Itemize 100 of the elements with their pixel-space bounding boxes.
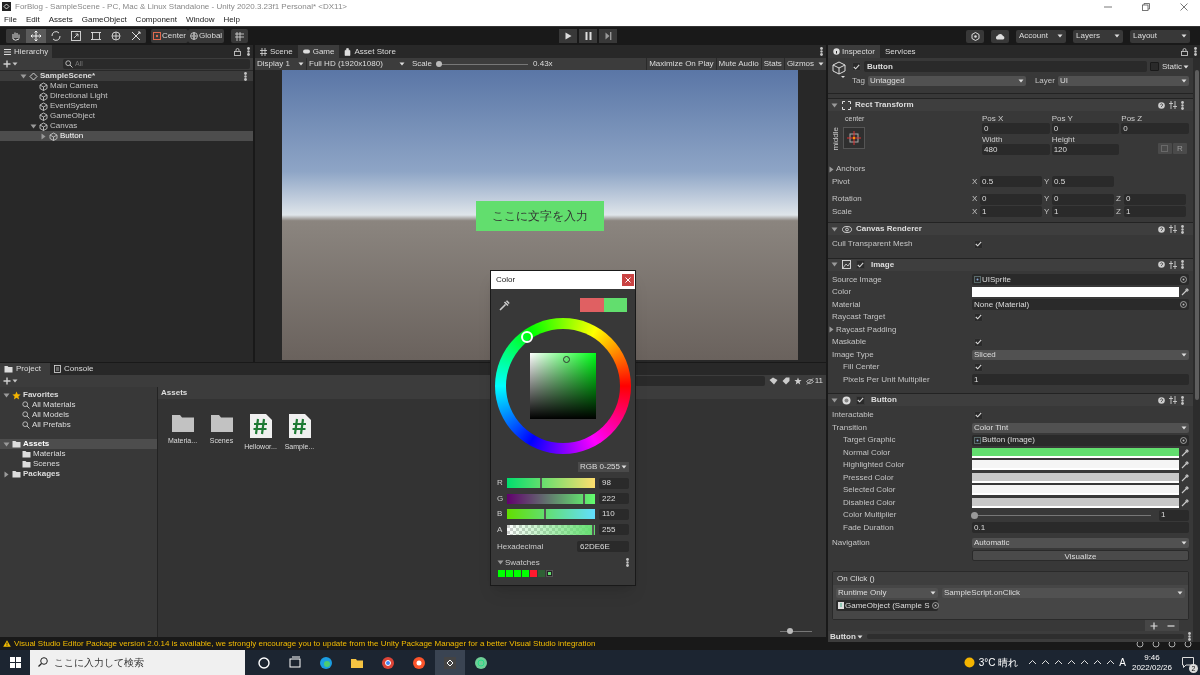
component-title[interactable]: Button bbox=[871, 394, 897, 406]
tool-button[interactable] bbox=[26, 29, 46, 43]
color-swatch[interactable] bbox=[522, 569, 529, 577]
hierarchy-tab[interactable]: Hierarchy bbox=[0, 45, 53, 58]
toolbar-button[interactable]: Gizmos bbox=[783, 58, 816, 70]
number-field[interactable]: 1 bbox=[1159, 509, 1189, 521]
number-field[interactable]: 0 bbox=[1052, 193, 1114, 205]
checkbox[interactable] bbox=[852, 62, 861, 71]
pause-button[interactable] bbox=[579, 29, 598, 43]
color-mode-dropdown[interactable]: RGB 0-255 bbox=[577, 462, 629, 472]
menu-item[interactable]: Window bbox=[185, 13, 215, 26]
number-field[interactable]: 222 bbox=[599, 493, 629, 504]
color-field[interactable] bbox=[972, 447, 1179, 458]
number-field[interactable]: 0 bbox=[1051, 123, 1120, 134]
ime-indicator[interactable]: A bbox=[1119, 655, 1126, 670]
project-tree-item[interactable]: Favorites bbox=[0, 390, 157, 400]
panel-tab[interactable]: Project bbox=[0, 363, 50, 375]
slider-handle[interactable] bbox=[539, 478, 542, 488]
text-field[interactable]: 1 bbox=[972, 374, 1189, 386]
text-field[interactable]: 0.1 bbox=[972, 522, 1189, 534]
menu-item[interactable]: Help bbox=[223, 13, 240, 26]
slider-track[interactable] bbox=[972, 511, 1151, 519]
number-field[interactable]: 120 bbox=[1051, 144, 1120, 155]
hierarchy-item[interactable]: Canvas bbox=[0, 121, 253, 131]
foldout-label[interactable]: Raycast Padding bbox=[836, 323, 897, 336]
number-field[interactable]: 1 bbox=[980, 206, 1042, 218]
anchor-presets-button[interactable] bbox=[843, 127, 865, 150]
add-event-button[interactable] bbox=[1149, 621, 1158, 630]
add-swatch-button[interactable] bbox=[546, 569, 553, 577]
cloud-button[interactable] bbox=[991, 29, 1009, 43]
checkbox[interactable] bbox=[974, 362, 983, 372]
hierarchy-item[interactable]: Button bbox=[0, 131, 253, 141]
scrollbar[interactable] bbox=[1193, 58, 1200, 642]
number-field[interactable]: 0 bbox=[982, 123, 1050, 134]
menu-item[interactable]: Component bbox=[135, 13, 177, 26]
menu-item[interactable]: Edit bbox=[25, 13, 40, 26]
number-field[interactable]: 98 bbox=[599, 477, 629, 489]
slider-thumb[interactable] bbox=[435, 61, 442, 67]
layer-dropdown[interactable]: UI bbox=[1057, 75, 1189, 86]
layout-dropdown[interactable]: Layout bbox=[1130, 29, 1190, 43]
component-title[interactable]: Canvas Renderer bbox=[856, 223, 922, 235]
foldout-label[interactable]: Anchors bbox=[836, 163, 866, 176]
project-tree-item[interactable]: Materials bbox=[0, 449, 157, 459]
slider-handle[interactable] bbox=[582, 493, 585, 504]
color-swatch[interactable] bbox=[498, 569, 505, 577]
visualize-button[interactable]: Visualize bbox=[972, 550, 1189, 562]
toolbar-button[interactable]: Stats bbox=[760, 58, 784, 70]
taskbar-search-field[interactable]: ここに入力して検索 bbox=[30, 650, 245, 675]
checkbox[interactable] bbox=[856, 260, 865, 269]
number-field[interactable]: 1 bbox=[1124, 206, 1186, 218]
panel-tab[interactable]: Game bbox=[297, 45, 340, 58]
project-tree-item[interactable]: All Prefabs bbox=[0, 420, 157, 430]
project-tree-item[interactable]: All Materials bbox=[0, 400, 157, 410]
checkbox[interactable] bbox=[974, 410, 983, 420]
collab-button[interactable] bbox=[966, 29, 984, 43]
display-dropdown[interactable]: Display 1 bbox=[255, 58, 306, 70]
close-button[interactable] bbox=[622, 274, 634, 286]
dropdown[interactable]: Automatic bbox=[972, 538, 1189, 549]
runtime-dropdown[interactable]: Runtime Only bbox=[836, 588, 938, 598]
add-button[interactable] bbox=[3, 377, 18, 385]
menu-item[interactable]: File bbox=[4, 13, 17, 26]
checkbox[interactable] bbox=[974, 337, 983, 347]
project-tree-item[interactable]: All Models bbox=[0, 410, 157, 420]
color-field[interactable] bbox=[972, 472, 1179, 483]
color-field[interactable] bbox=[972, 460, 1179, 471]
number-field[interactable]: 0 bbox=[1121, 123, 1189, 134]
slider-handle[interactable] bbox=[592, 524, 595, 535]
toolbar-button[interactable]: Maximize On Play bbox=[646, 58, 716, 70]
slider-thumb[interactable] bbox=[786, 628, 793, 634]
channel-slider-track[interactable] bbox=[507, 493, 595, 504]
project-tree-item[interactable]: Scenes bbox=[0, 459, 157, 469]
hierarchy-item[interactable]: Main Camera bbox=[0, 81, 253, 91]
slider-thumb[interactable] bbox=[971, 511, 978, 519]
number-field[interactable]: 1 bbox=[1052, 206, 1114, 218]
object-field[interactable]: None (Material) bbox=[972, 299, 1189, 311]
project-tree-item[interactable]: Assets bbox=[0, 439, 157, 449]
slider-track[interactable] bbox=[437, 61, 528, 67]
play-button[interactable] bbox=[559, 29, 578, 43]
color-field[interactable] bbox=[972, 497, 1179, 508]
object-field[interactable]: Button (Image) bbox=[972, 434, 1189, 446]
saturation-value-square[interactable] bbox=[530, 353, 596, 419]
preview-dropdown[interactable]: Button bbox=[830, 630, 863, 643]
layers-dropdown[interactable]: Layers bbox=[1073, 29, 1123, 43]
slider-handle[interactable] bbox=[543, 509, 546, 519]
resolution-dropdown[interactable]: Full HD (1920x1080) bbox=[306, 58, 407, 70]
number-field[interactable]: 480 bbox=[982, 144, 1050, 155]
function-dropdown[interactable]: SampleScript.onClick bbox=[942, 588, 1185, 598]
dropdown[interactable]: Color Tint bbox=[972, 422, 1189, 433]
add-button[interactable] bbox=[3, 60, 18, 68]
clock[interactable]: 9:46 2022/02/26 bbox=[1131, 652, 1172, 673]
project-tree-item[interactable]: Packages bbox=[0, 469, 157, 479]
pivot-toggle[interactable]: Center bbox=[151, 29, 188, 43]
hierarchy-item[interactable]: SampleScene* bbox=[0, 71, 253, 81]
color-swatch[interactable] bbox=[514, 569, 521, 577]
number-field[interactable]: 0.5 bbox=[980, 176, 1042, 188]
color-swatch[interactable] bbox=[506, 569, 513, 577]
account-dropdown[interactable]: Account bbox=[1016, 29, 1066, 43]
number-field[interactable]: 255 bbox=[599, 524, 629, 535]
toolbar-button[interactable]: Mute Audio bbox=[715, 58, 761, 70]
panel-tab[interactable]: Inspector bbox=[828, 45, 880, 58]
